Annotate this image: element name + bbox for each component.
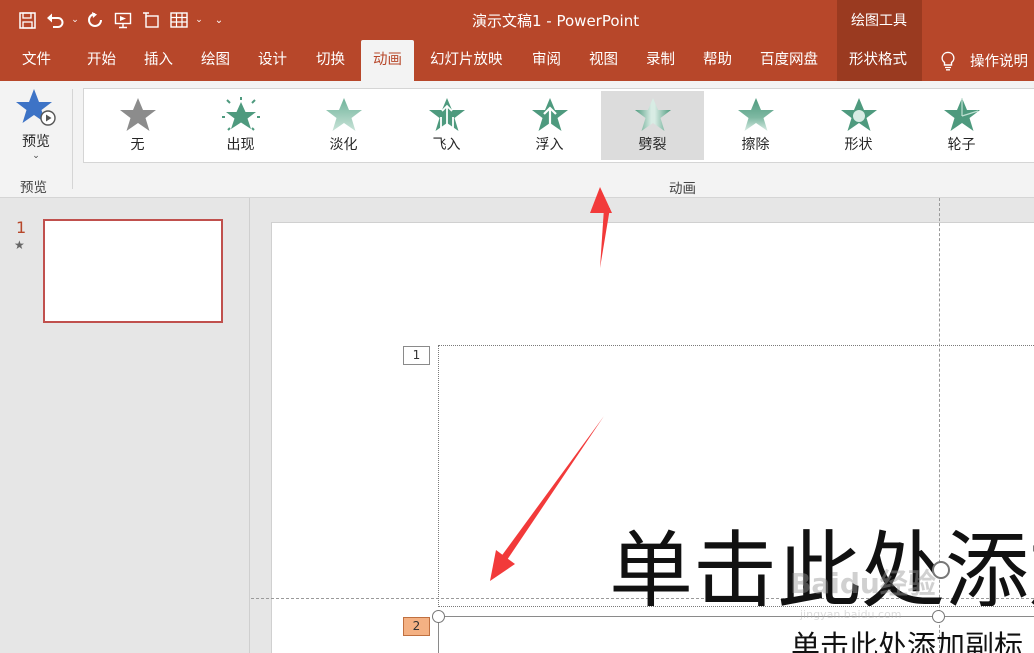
tab-help[interactable]: 帮助 (691, 40, 744, 81)
animation-float-in[interactable]: 浮入 (498, 91, 601, 160)
chevron-down-icon[interactable]: ⌄ (194, 8, 204, 32)
star-floatin-icon (531, 98, 568, 131)
customize-qat-icon[interactable]: ⌄ (206, 8, 232, 32)
animation-split[interactable]: 劈裂 (601, 91, 704, 160)
slide-thumbnail[interactable] (43, 219, 223, 323)
animation-wipe[interactable]: 擦除 (704, 91, 807, 160)
star-appear-icon (221, 97, 260, 131)
star-wipe-icon (737, 98, 774, 131)
animation-order-tag[interactable]: 1 (403, 346, 430, 365)
animation-order-tag[interactable]: 2 (403, 617, 430, 636)
tab-review[interactable]: 审阅 (520, 40, 573, 81)
animation-fade[interactable]: 淡化 (292, 91, 395, 160)
animation-label: 飞入 (432, 137, 461, 153)
lightbulb-icon (941, 51, 955, 70)
tell-me-label: 操作说明 (970, 54, 1028, 70)
watermark: Baidu经验 (790, 567, 936, 600)
animation-label: 形状 (844, 137, 873, 153)
subtitle-placeholder-text: 单击此处添加副标 (791, 629, 1024, 653)
watermark-url: jingyan.baidu.com (800, 608, 902, 621)
chevron-down-icon: ⌄ (32, 151, 40, 161)
powerpoint-window: ⌄ ⌄ ⌄ 演示文稿1 - PowerPoint 绘图工具 文件 开始 插入 绘… (0, 0, 1034, 653)
chevron-down-icon[interactable]: ⌄ (70, 8, 80, 32)
tab-animations[interactable]: 动画 (361, 40, 414, 81)
tab-transitions[interactable]: 切换 (304, 40, 357, 81)
animation-none[interactable]: 无 (86, 91, 189, 160)
animation-label: 浮入 (535, 137, 564, 153)
animation-label: 轮子 (947, 137, 976, 153)
star-wheel-icon (943, 98, 980, 131)
tell-me-box[interactable]: 操作说明 (940, 40, 1028, 81)
slide-thumbnail-pane: 1 ★ (0, 198, 250, 653)
animation-group-label: 动画 (669, 181, 696, 197)
preview-star-icon (16, 89, 56, 126)
preview-button[interactable]: 预览 ⌄ (8, 87, 64, 171)
star-shape-icon (840, 98, 877, 131)
tab-file[interactable]: 文件 (10, 40, 63, 81)
preview-group-label: 预览 (20, 180, 47, 196)
tab-view[interactable]: 视图 (577, 40, 630, 81)
animation-label: 无 (130, 137, 145, 153)
ribbon-tabs: 文件 开始 插入 绘图 设计 切换 动画 幻灯片放映 审阅 视图 录制 帮助 百… (0, 40, 1034, 81)
document-title: 演示文稿1 - PowerPoint (472, 12, 640, 30)
tab-home[interactable]: 开始 (75, 40, 128, 81)
tab-record[interactable]: 录制 (634, 40, 687, 81)
tab-insert[interactable]: 插入 (132, 40, 185, 81)
animation-appear[interactable]: 出现 (189, 91, 292, 160)
ribbon-body: 预览 ⌄ 预览 无 出现 淡化 飞入 浮入 劈裂 擦除 形状 轮子 动画 (0, 81, 1034, 198)
tab-shape-format[interactable]: 形状格式 (837, 40, 922, 81)
animation-shape[interactable]: 形状 (807, 91, 910, 160)
animation-label: 劈裂 (638, 137, 667, 153)
quick-access-toolbar: ⌄ ⌄ ⌄ (14, 8, 232, 32)
animation-label: 出现 (226, 137, 255, 153)
animation-fly-in[interactable]: 飞入 (395, 91, 498, 160)
tab-draw[interactable]: 绘图 (189, 40, 242, 81)
animation-label: 淡化 (329, 137, 358, 153)
resize-handle[interactable] (932, 610, 945, 623)
subtitle-placeholder[interactable]: 单击此处添加副标 (438, 616, 1034, 653)
undo-icon[interactable] (42, 8, 68, 32)
animation-gallery: 无 出现 淡化 飞入 浮入 劈裂 擦除 形状 轮子 (83, 88, 1034, 163)
save-icon[interactable] (14, 8, 40, 32)
star-none-icon (119, 98, 156, 131)
table-icon[interactable] (166, 8, 192, 32)
animation-label: 擦除 (741, 137, 770, 153)
preview-button-label: 预览 (22, 134, 50, 150)
tab-design[interactable]: 设计 (246, 40, 299, 81)
star-fade-icon (325, 98, 362, 131)
animation-wheel[interactable]: 轮子 (910, 91, 1013, 160)
star-split-icon (634, 98, 671, 131)
group-divider (72, 89, 73, 189)
star-flyin-icon (428, 98, 465, 131)
resize-handle[interactable] (432, 610, 445, 623)
tab-baidu-netdisk[interactable]: 百度网盘 (748, 40, 830, 81)
slide-number: 1 (16, 218, 27, 237)
tab-slideshow[interactable]: 幻灯片放映 (418, 40, 515, 81)
redo-icon[interactable] (82, 8, 108, 32)
animation-marker-icon: ★ (14, 238, 25, 252)
from-beginning-icon[interactable] (110, 8, 136, 32)
context-tab-group-label: 绘图工具 (851, 13, 907, 29)
new-slide-icon[interactable] (138, 8, 164, 32)
